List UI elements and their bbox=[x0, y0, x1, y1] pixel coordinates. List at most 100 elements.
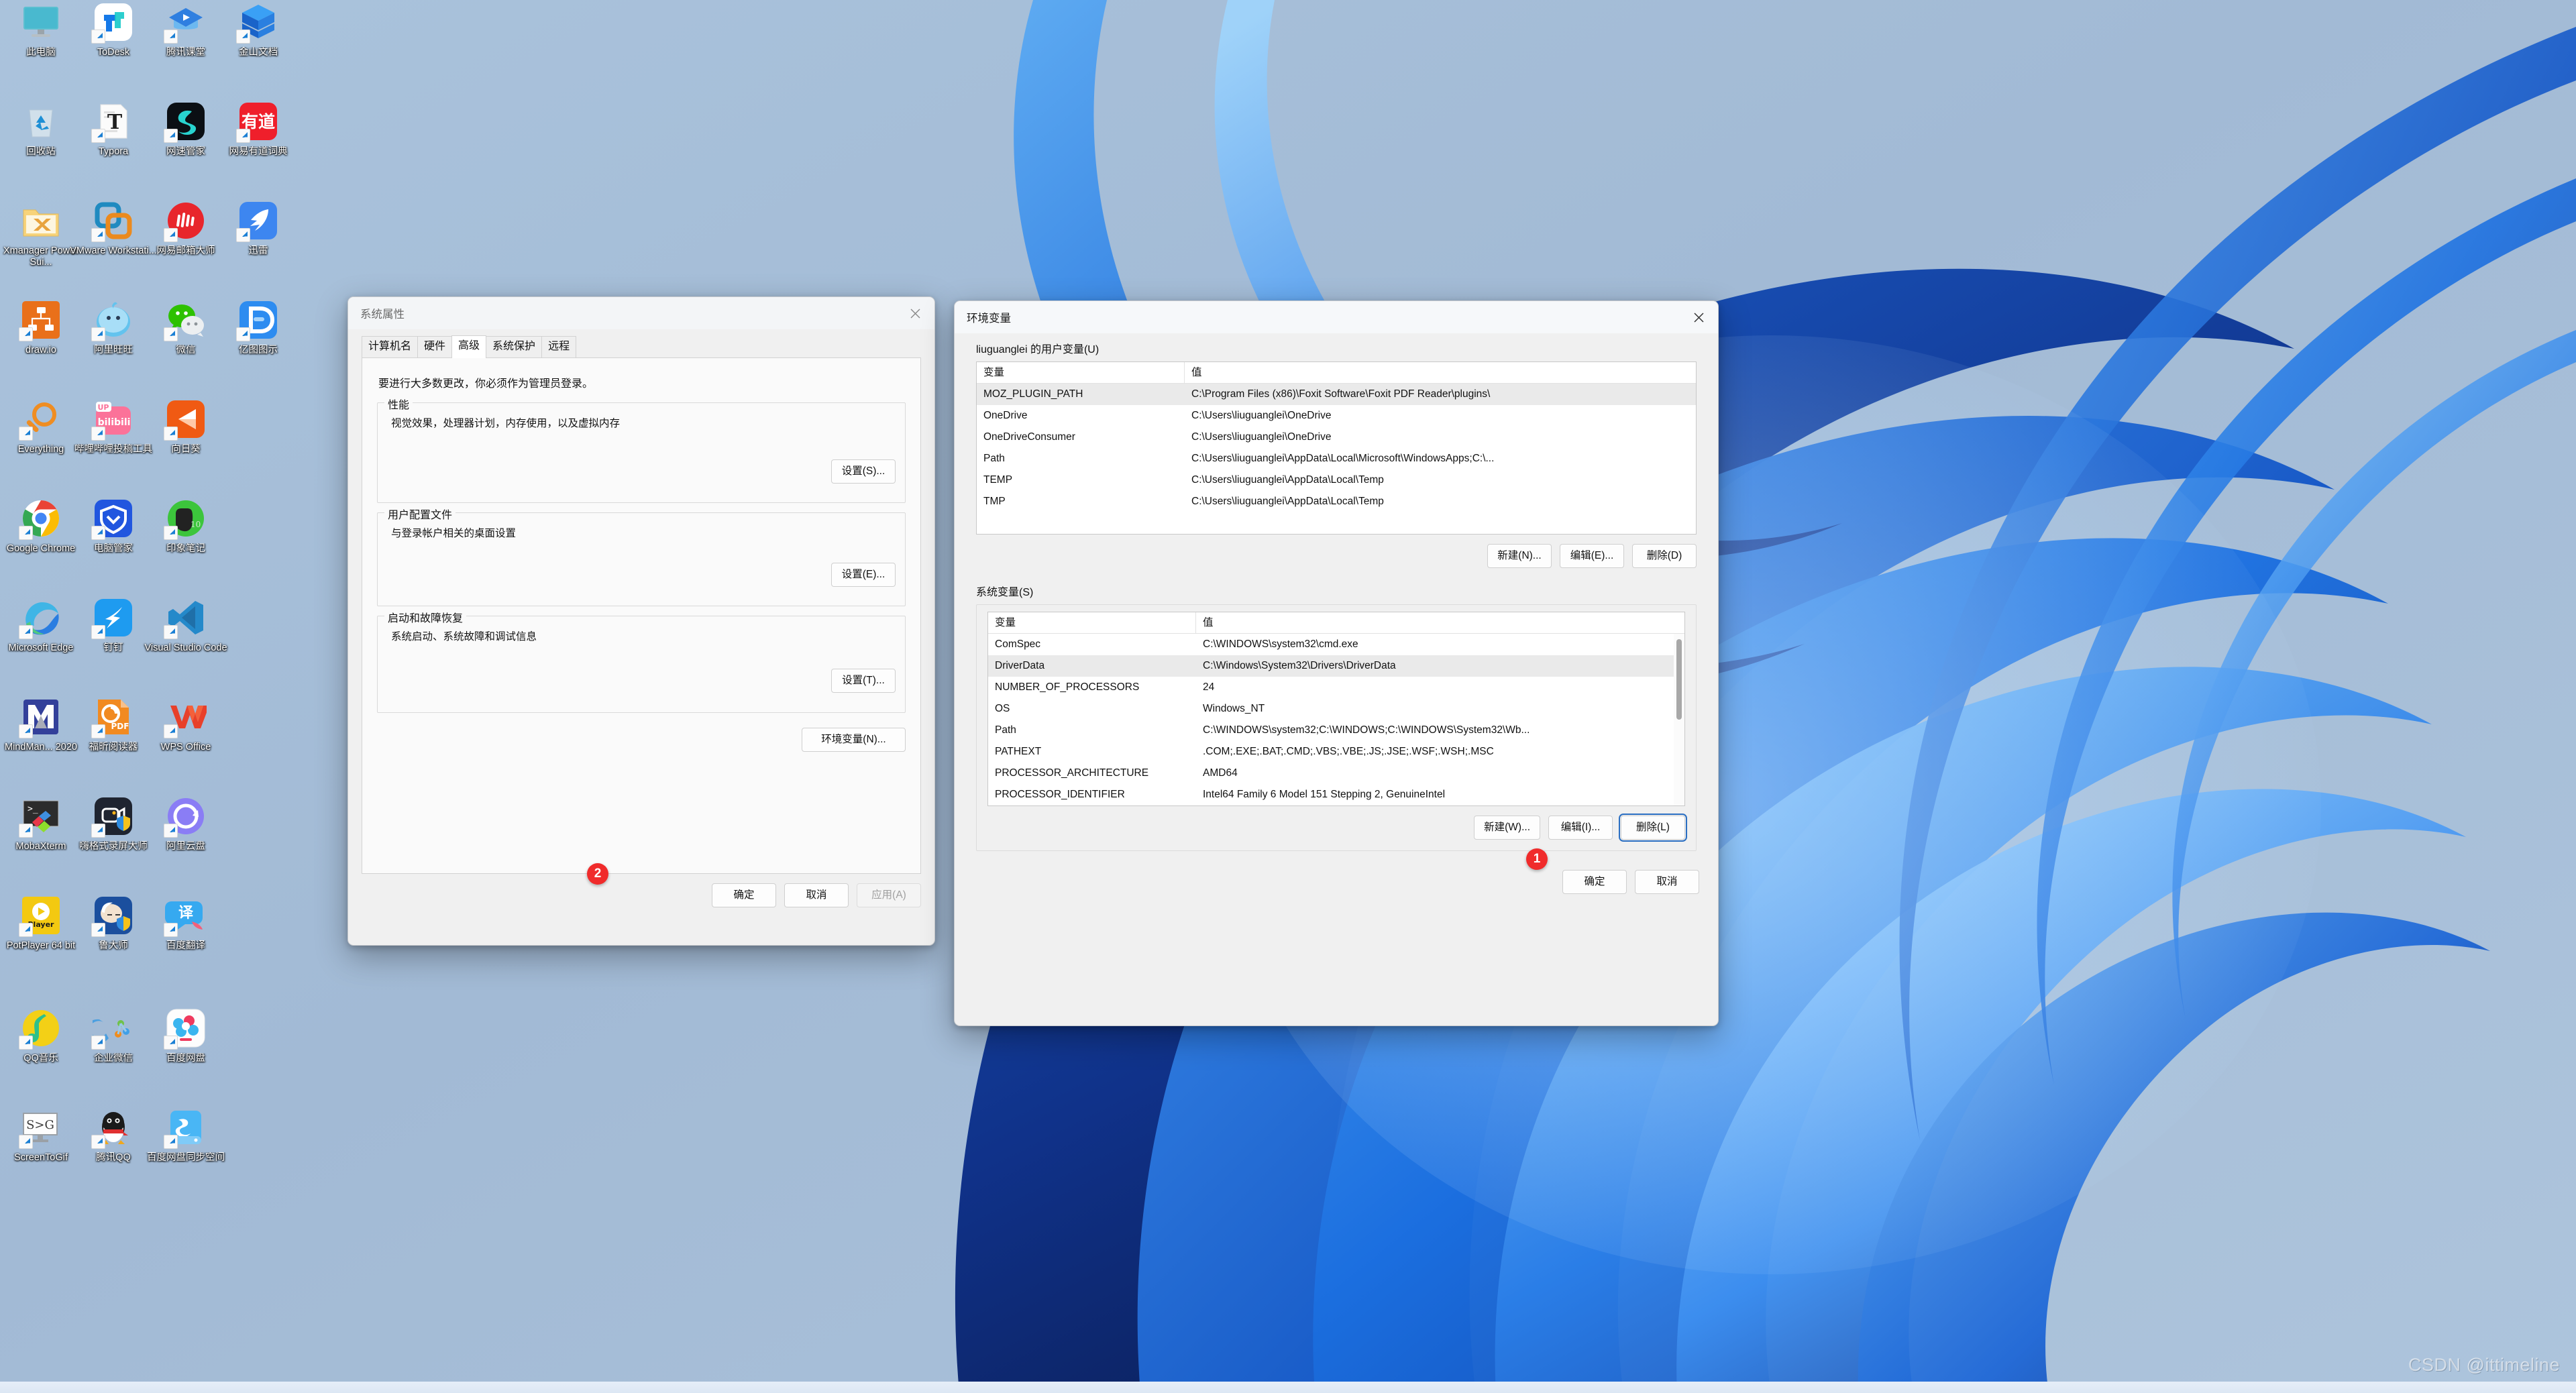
variable-value-cell: C:\Users\liuguanglei\OneDrive bbox=[1191, 431, 1332, 443]
performance-settings-button[interactable]: 设置(S)... bbox=[831, 459, 896, 484]
tab-system-protection[interactable]: 系统保护 bbox=[486, 336, 543, 357]
close-icon[interactable] bbox=[1679, 301, 1718, 333]
system-variables-listview[interactable]: 变量 值 ComSpec C:\WINDOWS\system32\cmd.exe D… bbox=[987, 612, 1685, 806]
user-profiles-settings-button[interactable]: 设置(E)... bbox=[831, 563, 896, 587]
tab-hardware[interactable]: 硬件 bbox=[417, 336, 453, 357]
user-variables-delete-button[interactable]: 删除(D) bbox=[1632, 544, 1697, 568]
desktop-icon-edraw[interactable]: 亿图图示 bbox=[215, 299, 302, 356]
typora-icon: T bbox=[91, 101, 134, 143]
user-variables-rows[interactable]: MOZ_PLUGIN_PATH C:\Program Files (x86)\Fo… bbox=[977, 384, 1696, 512]
system-properties-titlebar[interactable]: 系统属性 bbox=[348, 297, 934, 329]
shortcut-arrow-icon bbox=[164, 427, 178, 441]
thunder-icon bbox=[236, 200, 279, 242]
user-variables-new-button[interactable]: 新建(N)... bbox=[1487, 544, 1552, 568]
table-row[interactable]: TMP C:\Users\liuguanglei\AppData\Local\Te… bbox=[977, 491, 1696, 512]
table-row[interactable]: PROCESSOR_IDENTIFIER Intel64 Family 6 Mod… bbox=[988, 784, 1684, 805]
desktop-icon-label: WPS Office bbox=[160, 742, 211, 753]
shortcut-arrow-icon bbox=[164, 228, 178, 242]
system-properties-dialog[interactable]: 系统属性 计算机名 硬件 高级 系统保护 远程 要进行大多数更改，你必须作为管理员登录。… bbox=[347, 296, 935, 946]
variable-name-cell: ComSpec bbox=[995, 638, 1041, 650]
startup-recovery-group-title: 启动和故障恢复 bbox=[384, 609, 467, 625]
shortcut-arrow-icon bbox=[164, 1135, 178, 1149]
variable-value-cell: C:\Users\liuguanglei\AppData\Local\Temp bbox=[1191, 474, 1384, 486]
user-variables-listview[interactable]: 变量 值 MOZ_PLUGIN_PATH C:\Program Files (x8… bbox=[976, 361, 1697, 535]
desktop-icon-label: 阿里云盘 bbox=[166, 841, 205, 852]
shortcut-arrow-icon bbox=[91, 526, 105, 540]
shortcut-arrow-icon bbox=[19, 625, 33, 639]
youdao-dict-icon: 有道 bbox=[236, 101, 279, 143]
taskbar-strip bbox=[0, 1382, 2576, 1393]
close-icon[interactable] bbox=[896, 297, 934, 329]
system-variables-buttons: 新建(W)... 编辑(I)... 删除(L) bbox=[987, 814, 1687, 842]
vmware-icon bbox=[91, 200, 134, 242]
table-row[interactable]: OS Windows_NT bbox=[988, 698, 1684, 720]
table-row[interactable]: PROCESSOR_ARCHITECTURE AMD64 bbox=[988, 763, 1684, 784]
environment-variables-dialog[interactable]: 环境变量 liuguanglei 的用户变量(U) 变量 值 MOZ_PLUGI… bbox=[954, 300, 1719, 1026]
desktop-icon-baidu-netdisk[interactable]: 百度网盘 bbox=[142, 1007, 229, 1064]
system-variables-rows[interactable]: ComSpec C:\WINDOWS\system32\cmd.exe Driver… bbox=[988, 634, 1684, 805]
recycle-bin-icon bbox=[20, 101, 62, 142]
table-row[interactable]: OneDrive C:\Users\liuguanglei\OneDrive bbox=[977, 405, 1696, 427]
tab-remote[interactable]: 远程 bbox=[541, 336, 577, 357]
table-row[interactable]: MOZ_PLUGIN_PATH C:\Program Files (x86)\Fo… bbox=[977, 384, 1696, 405]
desktop-icon-sunflower[interactable]: 向日葵 bbox=[142, 398, 229, 455]
chrome-icon bbox=[19, 498, 62, 540]
performance-description: 视觉效果，处理器计划，内存使用，以及虚拟内存 bbox=[391, 418, 621, 429]
variable-name-cell: PATHEXT bbox=[995, 746, 1042, 757]
system-variables-scroll-thumb[interactable] bbox=[1676, 639, 1682, 720]
drawio-icon bbox=[19, 299, 62, 341]
table-row[interactable]: NUMBER_OF_PROCESSORS 24 bbox=[988, 677, 1684, 698]
admin-hint: 要进行大多数更改，你必须作为管理员登录。 bbox=[378, 378, 594, 390]
desktop-icon-evernote[interactable]: 10 印象笔记 bbox=[142, 498, 229, 555]
user-profiles-groupbox: 用户配置文件 与登录帐户相关的桌面设置 设置(E)... bbox=[377, 506, 906, 606]
desktop-icon-wps-office[interactable]: WPS Office bbox=[142, 696, 229, 753]
table-row[interactable]: DriverData C:\Windows\System32\Drivers\Dr… bbox=[988, 655, 1684, 677]
svg-text:T: T bbox=[107, 111, 123, 134]
shortcut-arrow-icon bbox=[91, 625, 105, 639]
startup-recovery-settings-button[interactable]: 设置(T)... bbox=[831, 669, 896, 693]
wps-office-icon bbox=[164, 696, 209, 738]
shortcut-arrow-icon bbox=[164, 625, 178, 639]
desktop-icon-baidu-sync[interactable]: 百度网盘同步空间 bbox=[142, 1107, 229, 1164]
baidu-sync-icon bbox=[164, 1107, 207, 1149]
edge-icon bbox=[19, 597, 62, 639]
desktop-icon-aliyun-drive[interactable]: 阿里云盘 bbox=[142, 795, 229, 852]
system-variables-new-button[interactable]: 新建(W)... bbox=[1474, 816, 1540, 840]
system-variables-scrollbar[interactable] bbox=[1674, 634, 1684, 805]
system-variables-edit-button[interactable]: 编辑(I)... bbox=[1548, 816, 1613, 840]
variable-name-cell: Path bbox=[995, 724, 1016, 736]
table-row[interactable]: Path C:\Users\liuguanglei\AppData\Local\M… bbox=[977, 448, 1696, 469]
desktop-icon-vscode[interactable]: Visual Studio Code bbox=[142, 597, 229, 654]
table-row[interactable]: PATHEXT .COM;.EXE;.BAT;.CMD;.VBS;.VBE;.JS… bbox=[988, 741, 1684, 763]
desktop-icon-kingsoft-docs[interactable]: 金山文档 bbox=[215, 1, 302, 58]
table-row[interactable]: ComSpec C:\WINDOWS\system32\cmd.exe bbox=[988, 634, 1684, 655]
environment-variables-titlebar[interactable]: 环境变量 bbox=[955, 301, 1718, 333]
shortcut-arrow-icon bbox=[91, 228, 105, 242]
tab-computer-name[interactable]: 计算机名 bbox=[362, 336, 419, 357]
user-variables-header: 变量 值 bbox=[977, 362, 1696, 384]
environment-variables-button[interactable]: 环境变量(N)... bbox=[802, 728, 906, 752]
desktop-icon-youdao-dict[interactable]: 有道 网易有道词典 bbox=[215, 101, 302, 158]
table-row[interactable]: OneDriveConsumer C:\Users\liuguanglei\One… bbox=[977, 427, 1696, 448]
variable-value-cell: Windows_NT bbox=[1203, 703, 1265, 714]
desktop-icon-baidu-translate[interactable]: 译 百度翻译 bbox=[142, 895, 229, 952]
user-profiles-description: 与登录帐户相关的桌面设置 bbox=[391, 528, 517, 539]
system-properties-cancel-button[interactable]: 取消 bbox=[784, 883, 849, 907]
svg-text:10: 10 bbox=[191, 520, 201, 529]
user-variables-edit-button[interactable]: 编辑(E)... bbox=[1560, 544, 1624, 568]
system-properties-ok-button[interactable]: 确定 bbox=[712, 883, 776, 907]
system-variables-delete-button[interactable]: 删除(L) bbox=[1619, 814, 1687, 842]
user-variables-section: liuguanglei 的用户变量(U) 变量 值 MOZ_PLUGIN_PAT… bbox=[976, 340, 1697, 568]
tab-advanced[interactable]: 高级 bbox=[451, 335, 487, 358]
environment-variables-ok-button[interactable]: 确定 bbox=[1562, 870, 1627, 894]
shortcut-arrow-icon bbox=[91, 1036, 105, 1050]
system-properties-tabstrip[interactable]: 计算机名 硬件 高级 系统保护 远程 bbox=[362, 335, 924, 358]
table-row[interactable]: TEMP C:\Users\liuguanglei\AppData\Local\T… bbox=[977, 469, 1696, 491]
startup-recovery-description: 系统启动、系统故障和调试信息 bbox=[391, 631, 537, 643]
shortcut-arrow-icon bbox=[164, 923, 178, 937]
table-row[interactable]: Path C:\WINDOWS\system32;C:\WINDOWS;C:\WI… bbox=[988, 720, 1684, 741]
desktop-icon-thunder[interactable]: 迅雷 bbox=[215, 200, 302, 257]
environment-variables-cancel-button[interactable]: 取消 bbox=[1635, 870, 1699, 894]
desktop[interactable]: 此电脑 ToDesk 腾讯课堂 金山文档 回收站 T Typora 网速管家 有… bbox=[0, 0, 2576, 1393]
edraw-icon bbox=[236, 299, 279, 341]
